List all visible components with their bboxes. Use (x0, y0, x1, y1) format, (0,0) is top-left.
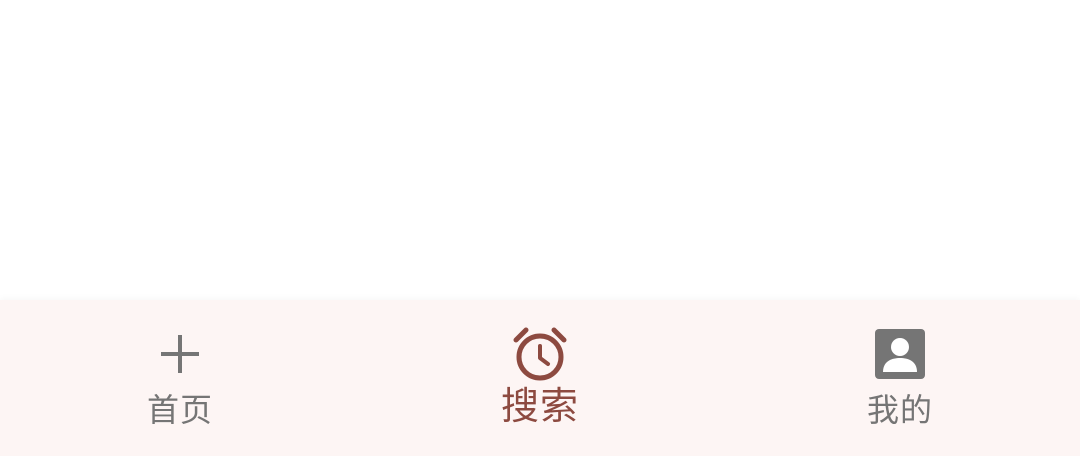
nav-item-home[interactable]: 首页 (0, 300, 360, 456)
nav-item-search[interactable]: 搜索 (360, 300, 720, 456)
plus-icon (152, 326, 208, 382)
nav-label-profile: 我的 (866, 391, 933, 429)
account-box-icon (872, 326, 928, 382)
nav-label-home: 首页 (146, 391, 213, 429)
content-area (0, 0, 1080, 300)
nav-item-profile[interactable]: 我的 (720, 300, 1080, 456)
alarm-clock-icon (512, 326, 568, 382)
bottom-navigation-bar: 首页 搜索 我的 (0, 300, 1080, 456)
app-screen: 首页 搜索 我的 (0, 0, 1080, 456)
nav-label-search: 搜索 (500, 384, 579, 428)
